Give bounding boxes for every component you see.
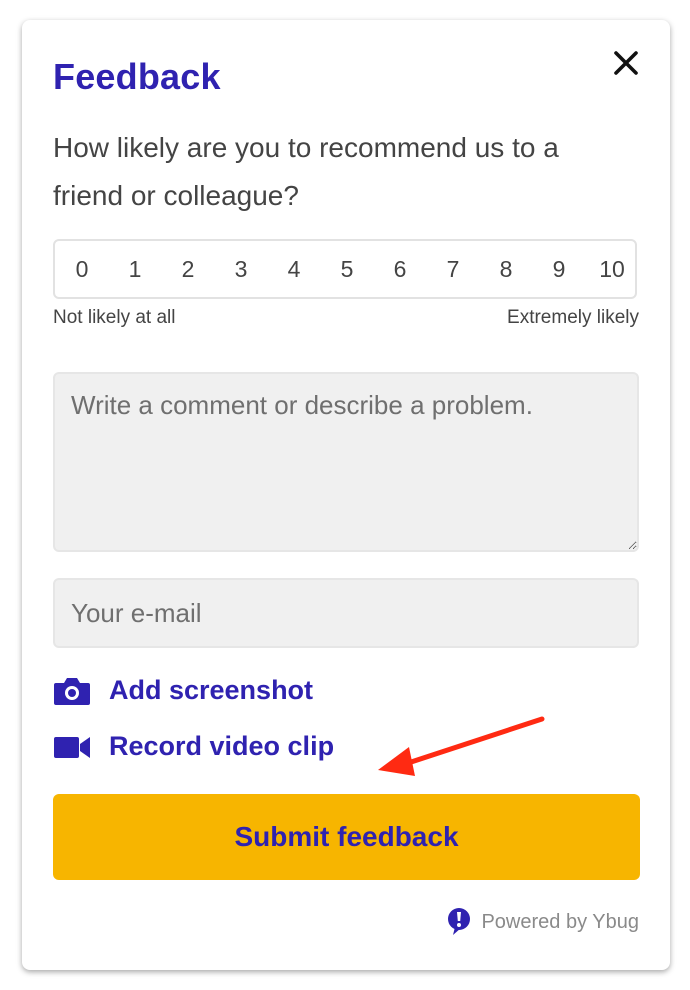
nps-high-label: Extremely likely [507, 307, 639, 328]
record-video-label: Record video clip [109, 731, 335, 761]
nps-option-3[interactable]: 3 [224, 256, 258, 283]
feedback-dialog: Feedback How likely are you to recommend… [22, 20, 670, 970]
camera-icon [54, 677, 90, 705]
close-icon [614, 51, 638, 75]
dialog-title: Feedback [53, 56, 221, 97]
video-camera-icon [54, 736, 90, 758]
add-screenshot-button[interactable]: Add screenshot [53, 675, 313, 706]
nps-option-10[interactable]: 10 [595, 256, 629, 283]
close-button[interactable] [610, 47, 642, 79]
nps-option-2[interactable]: 2 [171, 256, 205, 283]
nps-option-1[interactable]: 1 [118, 256, 152, 283]
email-input[interactable] [53, 578, 639, 648]
nps-option-4[interactable]: 4 [277, 256, 311, 283]
powered-by-link[interactable]: Powered by Ybug [447, 908, 639, 936]
record-video-button[interactable]: Record video clip [53, 731, 334, 762]
nps-option-5[interactable]: 5 [330, 256, 364, 283]
nps-option-0[interactable]: 0 [65, 256, 99, 283]
nps-question: How likely are you to recommend us to a … [53, 132, 559, 211]
nps-option-6[interactable]: 6 [383, 256, 417, 283]
nps-option-9[interactable]: 9 [542, 256, 576, 283]
red-arrow-icon [378, 716, 545, 776]
powered-by-text: Powered by Ybug [481, 910, 639, 933]
add-screenshot-label: Add screenshot [109, 675, 314, 705]
nps-low-label: Not likely at all [53, 307, 176, 328]
comment-textarea[interactable] [53, 372, 639, 552]
submit-feedback-button[interactable]: Submit feedback [53, 794, 640, 880]
ybug-logo-icon [448, 908, 471, 935]
nps-option-8[interactable]: 8 [489, 256, 523, 283]
nps-option-7[interactable]: 7 [436, 256, 470, 283]
nps-scale: 0 1 2 3 4 5 6 7 8 9 10 [53, 239, 637, 299]
